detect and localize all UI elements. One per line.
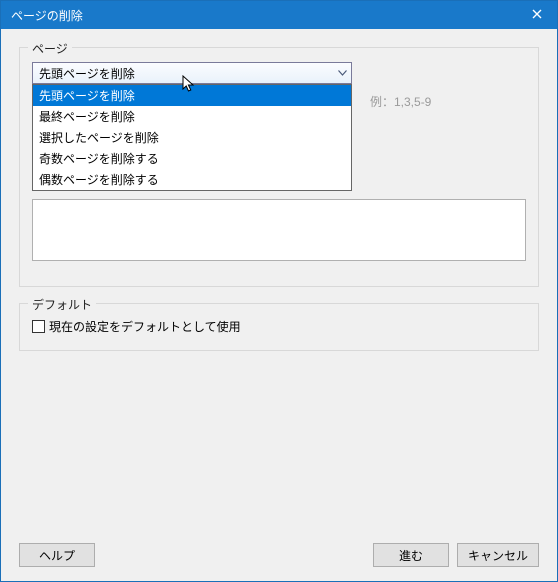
dialog-title: ページの削除 — [11, 7, 517, 24]
combo-selected-text: 先頭ページを削除 — [39, 65, 135, 82]
page-group: ページ 先頭ページを削除 先頭ページを削除 最終ページを削除 選択した — [19, 47, 539, 287]
dropdown-item[interactable]: 選択したページを削除 — [33, 127, 351, 148]
dialog-window: ページの削除 ページ 先頭ページを削除 — [0, 0, 558, 582]
footer: ヘルプ 進む キャンセル — [1, 543, 557, 567]
cancel-button[interactable]: キャンセル — [457, 543, 539, 567]
page-action-combo[interactable]: 先頭ページを削除 — [32, 62, 352, 84]
dropdown-item[interactable]: 奇数ページを削除する — [33, 148, 351, 169]
default-group-label: デフォルト — [28, 296, 96, 313]
use-as-default-checkbox[interactable] — [32, 320, 45, 333]
client-area: ページ 先頭ページを削除 先頭ページを削除 最終ページを削除 選択した — [1, 29, 557, 581]
default-group: デフォルト 現在の設定をデフォルトとして使用 — [19, 303, 539, 351]
doc-info-textarea[interactable] — [32, 199, 526, 261]
titlebar: ページの削除 — [1, 1, 557, 29]
page-action-dropdown[interactable]: 先頭ページを削除 最終ページを削除 選択したページを削除 奇数ページを削除する … — [32, 84, 352, 191]
use-as-default-label: 現在の設定をデフォルトとして使用 — [49, 318, 241, 335]
combo-wrap: 先頭ページを削除 先頭ページを削除 最終ページを削除 選択したページを削除 奇数… — [32, 62, 352, 84]
page-group-label: ページ — [28, 40, 72, 57]
close-button[interactable] — [517, 1, 557, 29]
proceed-button[interactable]: 進む — [373, 543, 449, 567]
dropdown-item[interactable]: 偶数ページを削除する — [33, 169, 351, 190]
dropdown-item[interactable]: 先頭ページを削除 — [33, 85, 351, 106]
dropdown-item[interactable]: 最終ページを削除 — [33, 106, 351, 127]
help-button[interactable]: ヘルプ — [19, 543, 95, 567]
chevron-down-icon — [338, 70, 347, 76]
close-icon — [532, 8, 542, 22]
example-hint: 例：1,3,5-9 — [370, 93, 431, 110]
